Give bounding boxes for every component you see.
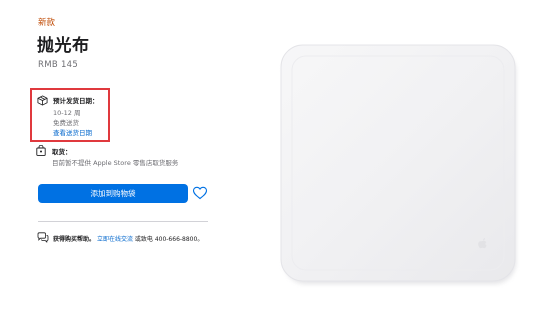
heart-icon[interactable] bbox=[192, 185, 208, 201]
divider bbox=[38, 221, 208, 222]
help-phone: 400-666-8800。 bbox=[154, 236, 204, 243]
shipping-info: 免费送货 bbox=[53, 119, 79, 127]
chat-icon bbox=[37, 232, 49, 243]
help-line: 获得购买帮助。 立即在线交流 或致电 400-666-8800。 bbox=[53, 234, 203, 243]
help-middle: 或致电 bbox=[134, 236, 153, 243]
pickup-status: 目前暂不提供 Apple Store 零售店取货服务 bbox=[52, 159, 179, 167]
help-prefix: 获得购买帮助。 bbox=[53, 236, 96, 243]
polishing-cloth-image bbox=[280, 44, 516, 284]
delivery-label: 预计发货日期： bbox=[53, 97, 99, 105]
view-delivery-dates-link[interactable]: 查看送货日期 bbox=[53, 127, 92, 137]
chat-now-link[interactable]: 立即在线交流 bbox=[97, 236, 133, 243]
delivery-info-box: 预计发货日期： 10-12 周 免费送货 查看送货日期 bbox=[30, 88, 110, 142]
delivery-date: 10-12 周 bbox=[53, 109, 81, 117]
product-title: 抛光布 bbox=[37, 36, 90, 56]
store-bag-icon bbox=[36, 145, 46, 156]
product-price: RMB 145 bbox=[38, 60, 79, 70]
box-icon bbox=[37, 95, 48, 106]
new-badge: 新款 bbox=[38, 18, 56, 28]
add-to-bag-button[interactable]: 添加到购物袋 bbox=[38, 184, 188, 203]
pickup-label: 取货： bbox=[52, 148, 72, 156]
